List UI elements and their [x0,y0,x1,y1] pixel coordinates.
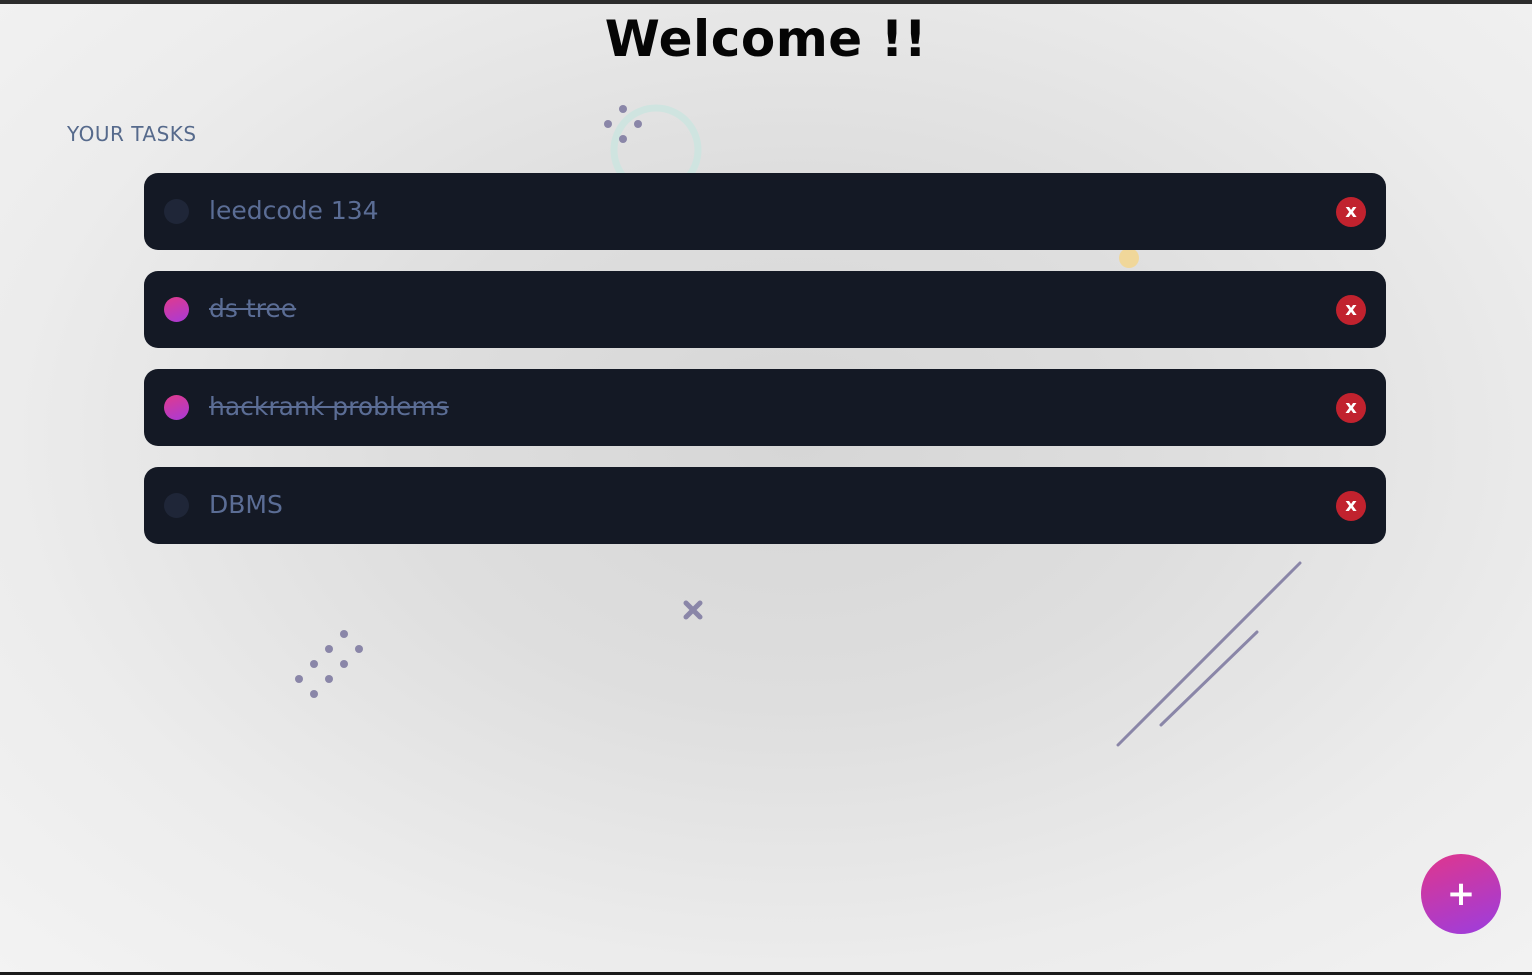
deco-dots-bottom [295,630,363,698]
task-item: leedcode 134 x [144,173,1386,250]
delete-task-button[interactable]: x [1336,491,1366,521]
delete-task-button[interactable]: x [1336,393,1366,423]
task-text[interactable]: DBMS [209,489,283,521]
tasks-section-label: YOUR TASKS [67,122,197,146]
add-task-button[interactable]: + [1421,854,1501,934]
task-text[interactable]: hackrank problems [209,391,449,423]
checkbox-circle-icon[interactable] [164,199,189,224]
task-item: ds tree x [144,271,1386,348]
deco-lines [1116,561,1302,747]
task-item: hackrank problems x [144,369,1386,446]
checkbox-circle-icon[interactable] [164,493,189,518]
delete-task-button[interactable]: x [1336,295,1366,325]
task-item: DBMS x [144,467,1386,544]
checkbox-circle-icon[interactable] [164,395,189,420]
page-title: Welcome !! [604,10,928,68]
delete-task-button[interactable]: x [1336,197,1366,227]
deco-cross [683,600,703,620]
task-text[interactable]: ds tree [209,293,296,325]
task-list: leedcode 134 x ds tree x hackrank proble… [144,173,1386,565]
checkbox-circle-icon[interactable] [164,297,189,322]
task-text[interactable]: leedcode 134 [209,195,379,227]
